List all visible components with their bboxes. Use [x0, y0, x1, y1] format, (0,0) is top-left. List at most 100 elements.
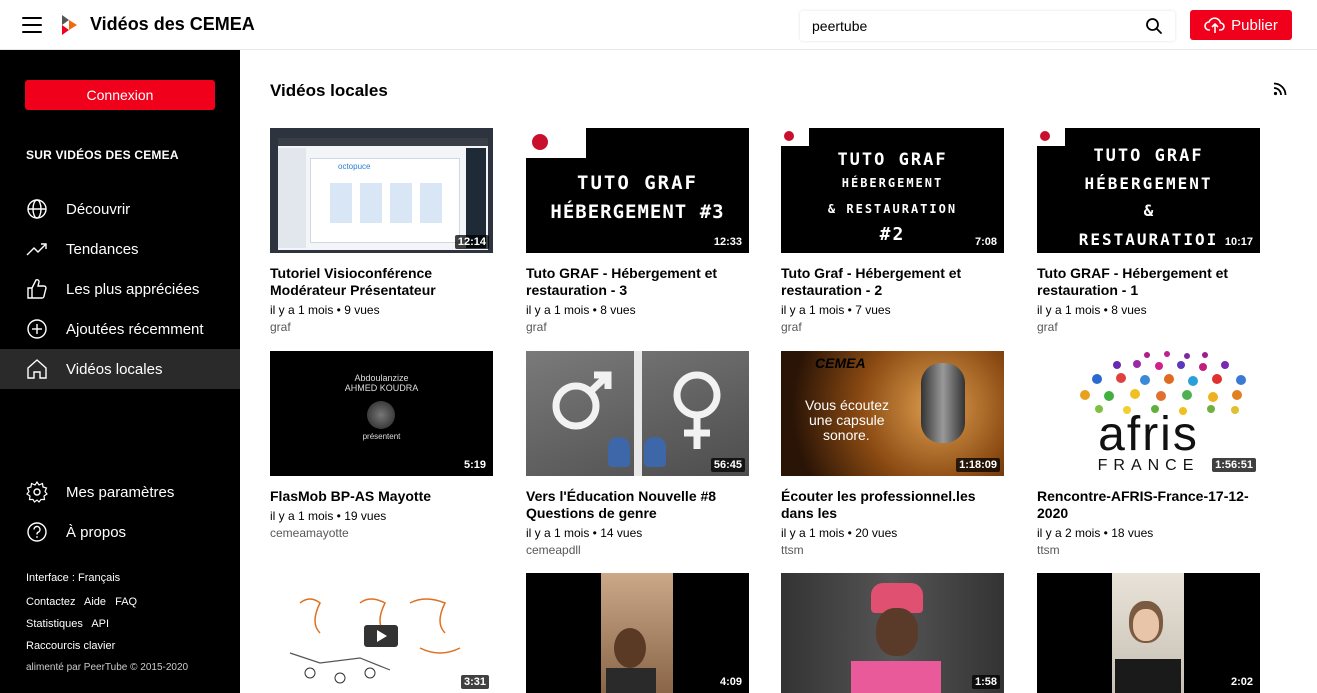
- thumb-line: une capsule: [809, 412, 885, 428]
- video-title[interactable]: Écouter les professionnel.les dans les: [781, 488, 1004, 522]
- video-thumbnail[interactable]: 1:58: [781, 573, 1004, 693]
- video-title[interactable]: Rencontre-AFRIS-France-17-12-2020: [1037, 488, 1260, 522]
- upload-button[interactable]: Publier: [1190, 10, 1292, 40]
- video-thumbnail[interactable]: octopuce 12:14: [270, 128, 493, 253]
- sidebar-item-discover[interactable]: Découvrir: [0, 189, 240, 229]
- video-channel[interactable]: graf: [270, 320, 493, 334]
- menu-icon[interactable]: [22, 17, 42, 33]
- sidebar-item-trending[interactable]: Tendances: [0, 229, 240, 269]
- plus-circle-icon: [27, 319, 47, 339]
- video-title[interactable]: Tuto GRAF - Hébergement et restauration …: [526, 265, 749, 299]
- thumb-line: &: [1143, 201, 1154, 220]
- top-header: Vidéos des CEMEA Publier: [0, 0, 1317, 50]
- video-card: 1:58: [781, 573, 1004, 693]
- powered-by-text[interactable]: alimenté par PeerTube: [26, 662, 127, 673]
- thumb-line: HÉBERGEMENT: [841, 176, 944, 190]
- video-thumbnail[interactable]: 2:02: [1037, 573, 1260, 693]
- faq-link[interactable]: FAQ: [115, 596, 137, 608]
- thumb-line: TUTO GRAF: [1093, 146, 1204, 166]
- video-thumbnail[interactable]: 56:45: [526, 351, 749, 476]
- login-button[interactable]: Connexion: [25, 80, 215, 110]
- video-meta: il y a 1 mois • 19 vues: [270, 509, 387, 523]
- cemea-badge: [526, 128, 586, 158]
- video-channel[interactable]: cemeamayotte: [270, 526, 493, 540]
- copyright-text: © 2015-2020: [130, 662, 189, 673]
- video-duration: 7:08: [971, 235, 1000, 249]
- video-card: TUTO GRAF HÉBERGEMENT & RESTAURATIOI 10:…: [1037, 128, 1260, 334]
- search-input[interactable]: [812, 18, 1142, 34]
- video-duration: 12:14: [454, 235, 489, 249]
- api-link[interactable]: API: [91, 618, 109, 630]
- video-card: TUTO GRAF HÉBERGEMENT #3 12:33 Tuto GRAF…: [526, 128, 749, 334]
- thumb-line: sonore.: [823, 427, 870, 443]
- video-thumbnail[interactable]: TUTO GRAF HÉBERGEMENT #3 12:33: [526, 128, 749, 253]
- video-channel[interactable]: graf: [1037, 320, 1260, 334]
- sidebar-item-most-liked[interactable]: Les plus appréciées: [0, 269, 240, 309]
- video-thumbnail[interactable]: Abdoulanzize AHMED KOUDRA présentent 5:1…: [270, 351, 493, 476]
- video-meta: il y a 1 mois • 8 vues: [1037, 303, 1147, 317]
- video-meta: il y a 1 mois • 14 vues: [526, 526, 643, 540]
- cemea-badge: [781, 128, 809, 146]
- thumb-line: & RESTAURATION: [827, 202, 958, 216]
- search-box: [800, 11, 1175, 41]
- video-card: 4:09: [526, 573, 749, 693]
- video-card: 56:45 Vers l'Éducation Nouvelle #8 Quest…: [526, 351, 749, 557]
- cloud-upload-icon: [1204, 17, 1225, 33]
- video-channel[interactable]: graf: [781, 320, 1004, 334]
- video-thumbnail[interactable]: TUTO GRAF HÉBERGEMENT & RESTAURATION #2 …: [781, 128, 1004, 253]
- video-card: afris FRANCE 1:56:51 Rencontre-AFRIS-Fra…: [1037, 351, 1260, 557]
- video-card: Abdoulanzize AHMED KOUDRA présentent 5:1…: [270, 351, 493, 540]
- contact-link[interactable]: Contactez: [26, 596, 76, 608]
- sidebar-item-about[interactable]: À propos: [0, 512, 240, 552]
- video-channel[interactable]: ttsm: [1037, 543, 1260, 557]
- female-symbol-icon: [673, 371, 721, 449]
- flashmob-logo: [367, 401, 395, 429]
- video-thumbnail[interactable]: 4:09: [526, 573, 749, 693]
- footer-links-row-2: Statistiques API: [26, 618, 115, 630]
- shortcuts-link[interactable]: Raccourcis clavier: [26, 640, 115, 652]
- play-icon[interactable]: [364, 625, 398, 647]
- video-title[interactable]: Vers l'Éducation Nouvelle #8 Questions d…: [526, 488, 749, 522]
- sidebar-item-label: À propos: [66, 523, 127, 541]
- video-thumbnail[interactable]: afris FRANCE 1:56:51: [1037, 351, 1260, 476]
- video-duration: 10:17: [1221, 235, 1256, 249]
- sidebar-item-label: Vidéos locales: [66, 360, 163, 378]
- stats-link[interactable]: Statistiques: [26, 618, 83, 630]
- video-channel[interactable]: cemeapdll: [526, 543, 749, 557]
- video-meta: il y a 1 mois • 9 vues: [270, 303, 380, 317]
- male-symbol-icon: [552, 371, 612, 430]
- video-meta: il y a 2 mois • 18 vues: [1037, 526, 1154, 540]
- video-duration: 4:09: [716, 675, 745, 689]
- sidebar-item-local-videos[interactable]: Vidéos locales: [0, 349, 240, 389]
- video-thumbnail[interactable]: 3:31: [270, 573, 493, 693]
- site-title[interactable]: Vidéos des CEMEA: [90, 14, 255, 35]
- video-title[interactable]: Tutoriel Visioconférence Modérateur Prés…: [270, 265, 493, 299]
- interface-language[interactable]: Interface : Français: [26, 572, 120, 584]
- thumb-line: HÉBERGEMENT: [1084, 174, 1213, 193]
- video-thumbnail[interactable]: CEMEA Vous écoutez une capsule sonore. 1…: [781, 351, 1004, 476]
- peertube-logo-icon[interactable]: [60, 13, 80, 37]
- video-channel[interactable]: ttsm: [781, 543, 1004, 557]
- video-meta: il y a 1 mois • 7 vues: [781, 303, 891, 317]
- home-icon: [27, 359, 47, 379]
- search-icon[interactable]: [1145, 17, 1163, 35]
- sidebar-item-recently-added[interactable]: Ajoutées récemment: [0, 309, 240, 349]
- thumb-line: TUTO GRAF: [837, 150, 948, 170]
- video-title[interactable]: Tuto GRAF - Hébergement et restauration …: [1037, 265, 1260, 299]
- video-duration: 3:31: [460, 675, 489, 689]
- sidebar-item-settings[interactable]: Mes paramètres: [0, 472, 240, 512]
- page-title: Vidéos locales: [270, 81, 388, 100]
- sidebar-item-label: Les plus appréciées: [66, 280, 200, 298]
- video-duration: 1:56:51: [1212, 458, 1256, 472]
- thumb-line: Abdoulanzize: [354, 373, 409, 383]
- video-thumbnail[interactable]: TUTO GRAF HÉBERGEMENT & RESTAURATIOI 10:…: [1037, 128, 1260, 253]
- video-duration: 1:58: [971, 675, 1000, 689]
- help-link[interactable]: Aide: [84, 596, 106, 608]
- rss-feed-icon[interactable]: [1273, 82, 1287, 96]
- video-meta: il y a 1 mois • 20 vues: [781, 526, 898, 540]
- sidebar-item-label: Découvrir: [66, 200, 131, 218]
- thumb-line: CEMEA: [815, 355, 866, 371]
- video-channel[interactable]: graf: [526, 320, 749, 334]
- video-title[interactable]: Tuto Graf - Hébergement et restauration …: [781, 265, 1004, 299]
- video-title[interactable]: FlasMob BP-AS Mayotte: [270, 488, 493, 505]
